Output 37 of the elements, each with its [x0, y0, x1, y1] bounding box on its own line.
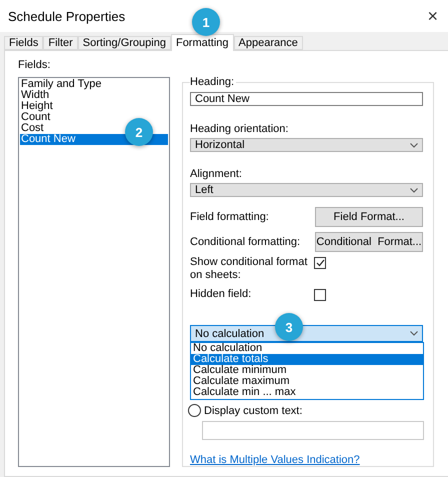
caret-icon: [410, 142, 418, 148]
list-item[interactable]: Count: [20, 112, 50, 123]
list-item[interactable]: Family and Type: [20, 79, 102, 90]
fields-label: Fields:: [18, 59, 52, 71]
help-link[interactable]: What is Multiple Values Indication?: [190, 454, 360, 466]
caret-icon: [410, 331, 418, 336]
checkbox[interactable]: [314, 257, 326, 269]
custom-text-field[interactable]: [202, 421, 424, 440]
step-badge-tooltip: 1: [192, 8, 220, 36]
alignment-label: Alignment:: [190, 168, 243, 180]
list-item[interactable]: Height: [20, 101, 53, 112]
list-item[interactable]: Cost: [20, 123, 44, 134]
tab[interactable]: Filter: [43, 36, 78, 50]
field-formatting-label: Field formatting:: [190, 211, 269, 223]
caret-icon: [410, 188, 418, 192]
orientation-dropdown[interactable]: Horizontal: [190, 138, 423, 152]
conditional-format-button[interactable]: Conditional Format...: [315, 232, 423, 252]
alignment-dropdown[interactable]: Left: [190, 183, 423, 197]
custom-text-label: Display custom text:: [204, 404, 302, 416]
conditional-formatting-label: Conditional formatting:: [190, 236, 300, 248]
tab[interactable]: Sorting/Grouping: [78, 36, 171, 50]
tab[interactable]: Appearance: [234, 36, 303, 50]
orientation-label: Heading orientation:: [190, 123, 290, 135]
checkbox[interactable]: [314, 289, 326, 301]
menu-option[interactable]: Calculate totals: [191, 354, 423, 365]
field-format-button[interactable]: Field Format...: [315, 207, 423, 227]
radio-button[interactable]: [188, 404, 201, 417]
close-button[interactable]: ×: [427, 6, 438, 26]
hidden-field-label: Hidden field:: [190, 288, 252, 301]
heading-label: Heading:: [190, 76, 236, 88]
list-item[interactable]: Width: [20, 90, 50, 101]
tab[interactable]: Fields: [4, 36, 44, 50]
heading-field[interactable]: Count New: [190, 92, 423, 106]
check-icon: [316, 259, 324, 267]
window-title: Schedule Properties: [8, 8, 126, 24]
tab[interactable]: Formatting: [170, 34, 234, 51]
show-conditional-label: Show conditional format on sheets:: [190, 256, 308, 282]
